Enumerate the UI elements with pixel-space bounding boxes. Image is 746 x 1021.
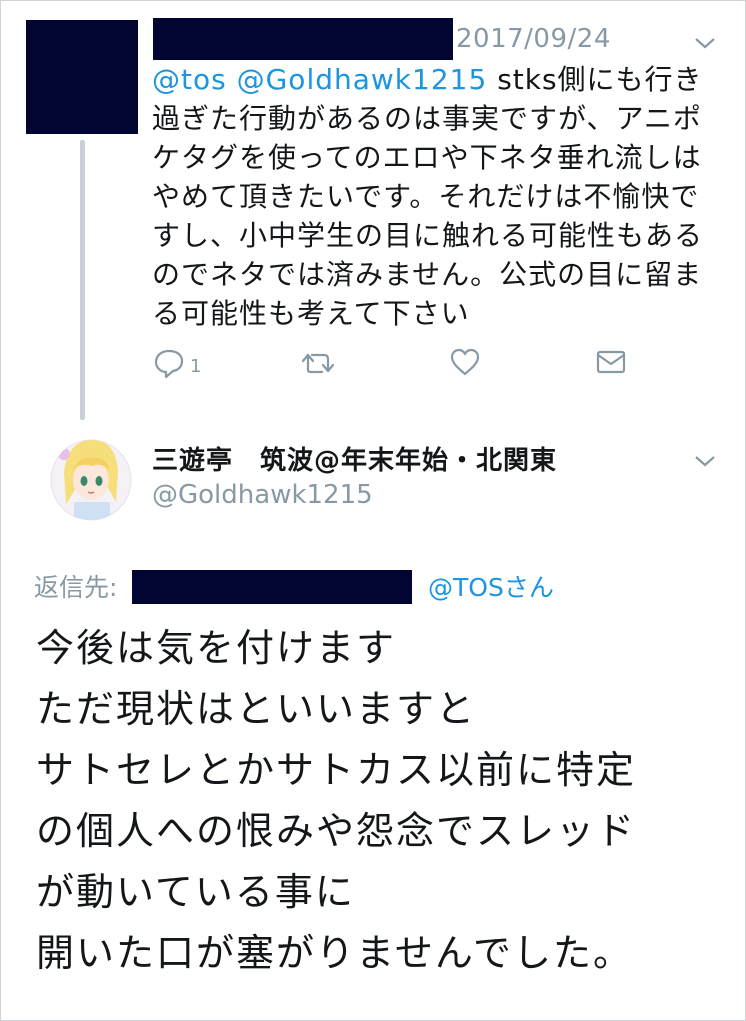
direct-message-button[interactable] bbox=[594, 346, 628, 378]
display-name[interactable]: 三遊亭 筑波@年末年始・北関東 bbox=[152, 440, 557, 477]
tweet-line: ただ現状はといいますと bbox=[36, 687, 477, 731]
reply-count: 1 bbox=[190, 355, 202, 377]
tweet-line: 開いた口が塞がりませんでした。 bbox=[36, 931, 633, 975]
chevron-down-icon[interactable] bbox=[692, 34, 718, 52]
mention-link[interactable]: @tos bbox=[152, 63, 227, 96]
reply-to-handle-link[interactable]: @TOSさん bbox=[428, 568, 554, 604]
user-handle[interactable]: @Goldhawk1215 bbox=[152, 480, 373, 510]
reply-button[interactable]: 1 bbox=[152, 346, 201, 380]
chevron-down-icon[interactable] bbox=[692, 452, 718, 470]
redacted-avatar bbox=[26, 20, 138, 134]
avatar[interactable] bbox=[50, 432, 132, 528]
tweet-actions: 1 bbox=[152, 346, 652, 386]
tweet-line: 今後は気を付けます bbox=[36, 626, 397, 670]
mention-link[interactable]: @Goldhawk1215 bbox=[237, 63, 488, 96]
retweet-icon bbox=[300, 346, 336, 380]
tweet-date: 2017/09/24 bbox=[456, 24, 611, 54]
tweet-line: の個人への恨みや怨念でスレッド bbox=[36, 809, 637, 853]
tweet-line: が動いている事に bbox=[36, 870, 355, 914]
like-button[interactable] bbox=[448, 346, 482, 378]
reply-to-label: 返信先: bbox=[34, 573, 118, 602]
tweet-text: @tos @Goldhawk1215 stks側にも行き過ぎた行動があるのは事実… bbox=[152, 60, 722, 333]
heart-icon bbox=[448, 346, 482, 378]
redacted-reply-handle bbox=[132, 570, 412, 604]
main-tweet-text: 今後は気を付けます ただ現状はといいますと サトセレとかサトカス以前に特定 の個… bbox=[36, 618, 736, 984]
reply-icon bbox=[152, 346, 186, 380]
envelope-icon bbox=[594, 346, 628, 378]
thread-connector-line bbox=[80, 140, 85, 420]
retweet-button[interactable] bbox=[300, 346, 336, 380]
redacted-author-name bbox=[153, 18, 453, 60]
tweet-body: stks側にも行き過ぎた行動があるのは事実ですが、アニポケタグを使ってのエロや下… bbox=[152, 63, 704, 330]
tweet-line: サトセレとかサトカス以前に特定 bbox=[36, 748, 637, 792]
